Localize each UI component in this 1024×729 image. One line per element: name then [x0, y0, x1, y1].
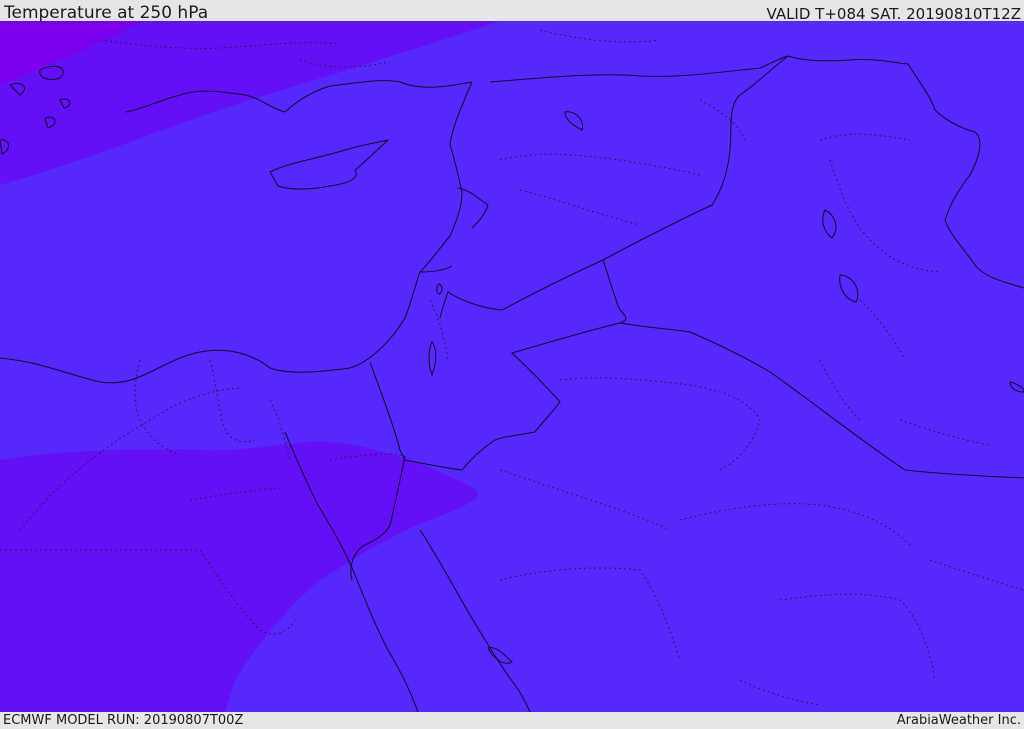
header-bar: Temperature at 250 hPa VALID T+084 SAT. …	[0, 0, 1024, 23]
model-run-label: ECMWF MODEL RUN: 20190807T00Z	[3, 713, 244, 728]
credit-label: ArabiaWeather Inc.	[896, 713, 1021, 728]
map-canvas	[0, 21, 1024, 712]
footer-bar: ECMWF MODEL RUN: 20190807T00Z ArabiaWeat…	[0, 712, 1024, 729]
weather-map[interactable]	[0, 21, 1024, 712]
temperature-shading-layer	[0, 21, 1024, 712]
map-title: Temperature at 250 hPa	[4, 3, 209, 23]
